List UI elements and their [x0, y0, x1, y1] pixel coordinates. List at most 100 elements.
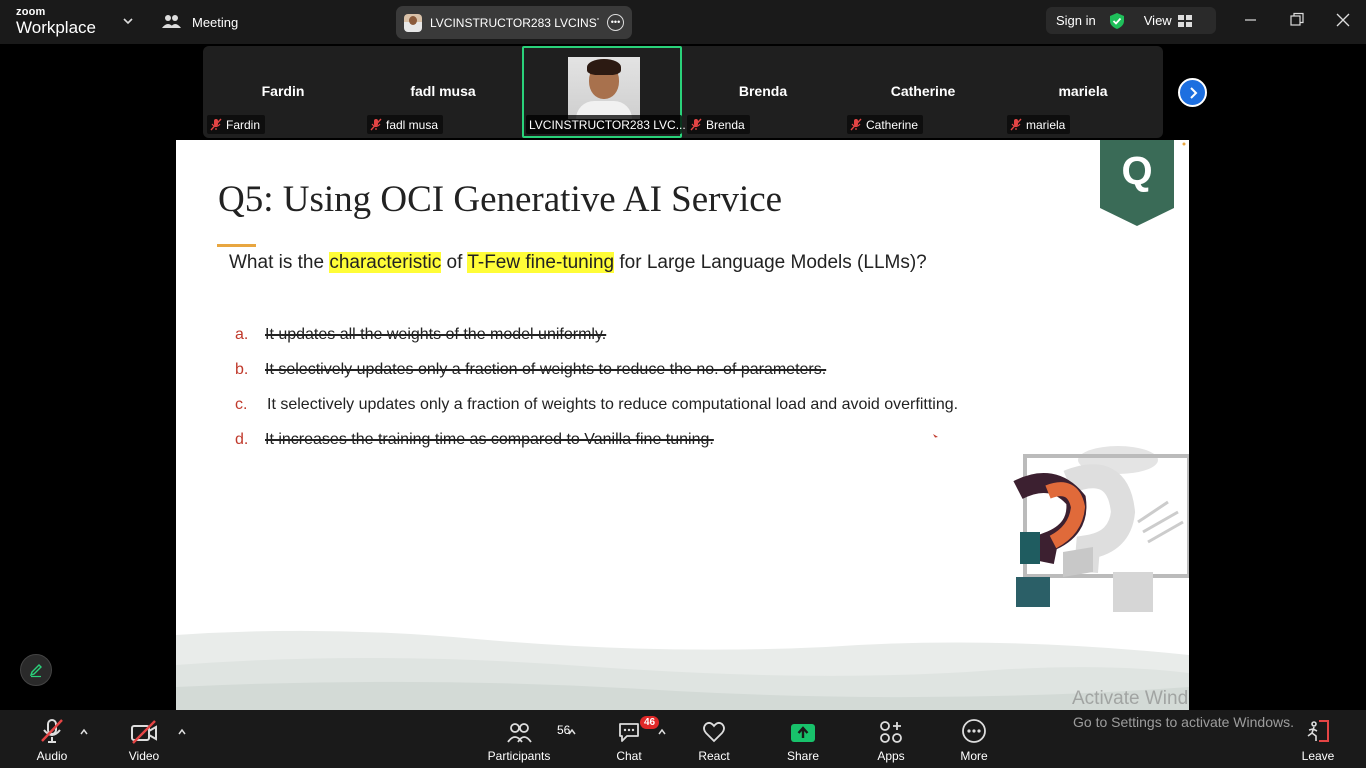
- more-label: More: [960, 749, 988, 763]
- apps-label: Apps: [877, 749, 905, 763]
- participant-display-name: Catherine: [890, 83, 956, 99]
- pencil-icon: [29, 664, 42, 678]
- mic-muted-icon: [41, 719, 63, 743]
- view-label: View: [1143, 13, 1172, 28]
- close-icon[interactable]: [1333, 10, 1353, 30]
- slide-question: What is the characteristic of T-Few fine…: [229, 252, 927, 274]
- apps-icon: [880, 721, 902, 743]
- zoom-workplace-logo[interactable]: zoom Workplace: [16, 7, 96, 37]
- badge-letter: Q: [1121, 149, 1152, 193]
- answer-letter: a.: [235, 326, 249, 343]
- participant-name-label: Catherine: [866, 117, 919, 132]
- answer-letter: b.: [235, 361, 249, 378]
- react-label: React: [698, 749, 730, 763]
- leave-label: Leave: [1301, 749, 1335, 763]
- more-button[interactable]: More: [954, 710, 994, 768]
- gallery-next-button[interactable]: [1178, 78, 1207, 107]
- shared-screen-slide: Q5: Using OCI Generative AI Service What…: [176, 140, 1189, 710]
- sign-in-button[interactable]: Sign in: [1056, 13, 1096, 28]
- apps-button[interactable]: Apps: [871, 710, 911, 768]
- pointer-cursor: [933, 434, 938, 438]
- chat-button[interactable]: 46 Chat: [609, 710, 660, 768]
- ellipsis-icon[interactable]: •••: [607, 14, 624, 31]
- question-highlight: T-Few fine-tuning: [467, 252, 615, 273]
- audio-button[interactable]: Audio: [32, 710, 72, 768]
- answer-list: a. It updates all the weights of the mod…: [235, 326, 958, 466]
- mic-muted-icon: [850, 118, 862, 131]
- participant-display-name: fadl musa: [410, 83, 476, 99]
- question-highlight: characteristic: [329, 252, 442, 273]
- caret-up-icon[interactable]: [79, 728, 89, 736]
- logo-bottom-text: Workplace: [16, 18, 96, 37]
- participant-name-label: LVCINSTRUCTOR283 LVC...: [529, 117, 686, 132]
- participant-tile-active-speaker[interactable]: LVCINSTRUCTOR283 LVC...: [522, 46, 686, 138]
- slide-dot: [1182, 142, 1186, 146]
- participant-display-name: Brenda: [738, 83, 788, 99]
- chat-label: Chat: [616, 749, 642, 763]
- video-off-icon: [131, 720, 157, 744]
- host-avatar: [404, 13, 422, 32]
- meeting-tab[interactable]: LVCINSTRUCTOR283 LVCINSTRUC •••: [396, 6, 632, 39]
- caret-up-icon[interactable]: [657, 728, 667, 736]
- answer-letter: c.: [235, 396, 248, 413]
- shield-check-icon[interactable]: [1108, 12, 1126, 30]
- react-button[interactable]: React: [694, 710, 734, 768]
- audio-label: Audio: [36, 749, 68, 763]
- participant-display-name: Fardin: [261, 83, 305, 99]
- meeting-toolbar: Audio Video 56 Participants 46 Chat Reac…: [0, 710, 1366, 768]
- mic-muted-icon: [690, 118, 702, 131]
- mic-muted-icon: [210, 118, 222, 131]
- activate-windows-subtext: Go to Settings to activate Windows.: [1073, 714, 1294, 730]
- video-label: Video: [128, 749, 160, 763]
- participant-name-tag: Catherine: [847, 115, 924, 134]
- answer-option: b. It selectively updates only a fractio…: [235, 361, 958, 396]
- meeting-menu-label: Meeting: [192, 14, 239, 30]
- participant-video-photo: [568, 57, 640, 119]
- chevron-down-icon[interactable]: [120, 13, 136, 29]
- title-accent-line: [217, 244, 256, 247]
- participant-tile[interactable]: Catherine Catherine: [843, 46, 1003, 138]
- participants-icon: [507, 723, 532, 743]
- participant-name-label: Brenda: [706, 117, 745, 132]
- participant-name-label: mariela: [1026, 117, 1066, 132]
- participant-tile[interactable]: fadl musa fadl musa: [363, 46, 523, 138]
- participant-display-name: mariela: [1058, 83, 1108, 99]
- question-text: for Large Language Models (LLMs)?: [614, 252, 927, 273]
- participant-name-tag: fadl musa: [367, 115, 444, 134]
- activate-windows-watermark: Activate Windows: [1072, 688, 1189, 709]
- answer-text-struck: It updates all the weights of the model …: [265, 326, 607, 343]
- leave-door-icon: [1307, 720, 1329, 742]
- chat-bubble-icon: [619, 723, 639, 742]
- caret-up-icon[interactable]: [177, 728, 187, 736]
- participants-label: Participants: [487, 749, 551, 763]
- question-text: What is the: [229, 252, 330, 273]
- participants-button[interactable]: 56 Participants: [484, 710, 571, 768]
- share-label: Share: [786, 749, 820, 763]
- title-bar: zoom Workplace Meeting LVCINSTRUCTOR283 …: [0, 0, 1366, 44]
- participant-name-tag: LVCINSTRUCTOR283 LVC...: [526, 115, 686, 134]
- restore-icon[interactable]: [1287, 10, 1307, 30]
- participant-tile[interactable]: Brenda Brenda: [683, 46, 843, 138]
- answer-option: c. It selectively updates only a fractio…: [235, 396, 958, 431]
- leave-button[interactable]: Leave: [1298, 710, 1338, 768]
- video-button[interactable]: Video: [124, 710, 164, 768]
- question-text: of: [441, 252, 468, 273]
- participant-tile[interactable]: mariela mariela: [1003, 46, 1163, 138]
- annotate-pencil-button[interactable]: [20, 654, 52, 686]
- answer-letter: d.: [235, 431, 249, 448]
- people-icon: [162, 15, 181, 28]
- view-button[interactable]: View: [1144, 13, 1192, 28]
- share-button[interactable]: Share: [783, 710, 823, 768]
- participant-tile[interactable]: Fardin Fardin: [203, 46, 363, 138]
- answer-option: a. It updates all the weights of the mod…: [235, 326, 958, 361]
- meeting-tab-title: LVCINSTRUCTOR283 LVCINSTRUC: [430, 15, 599, 30]
- meeting-menu[interactable]: Meeting: [162, 12, 238, 32]
- caret-up-icon[interactable]: [567, 728, 577, 736]
- participant-name-tag: Fardin: [207, 115, 266, 134]
- minimize-icon[interactable]: [1241, 10, 1261, 30]
- slide-landscape-background: [176, 630, 1189, 710]
- question-mark-illustration: [1013, 446, 1189, 612]
- grid-view-icon: [1177, 14, 1192, 27]
- mic-muted-icon: [370, 118, 382, 131]
- share-screen-icon: [791, 724, 815, 742]
